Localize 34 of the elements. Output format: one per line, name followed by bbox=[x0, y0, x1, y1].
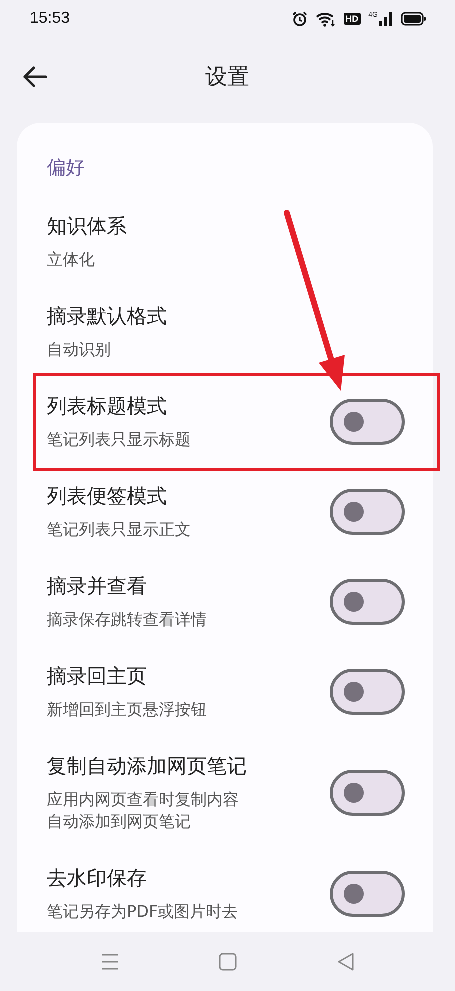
home-icon[interactable] bbox=[219, 952, 238, 970]
setting-title: 列表便签模式 bbox=[47, 483, 168, 509]
toggle-switch[interactable] bbox=[330, 770, 405, 816]
toggle-switch[interactable] bbox=[330, 489, 405, 535]
setting-description: 应用内网页查看时复制内容自动添加到网页笔记 bbox=[47, 789, 240, 833]
setting-title: 摘录默认格式 bbox=[47, 303, 168, 329]
setting-title: 知识体系 bbox=[47, 213, 128, 239]
hd-badge: HD bbox=[344, 13, 361, 25]
setting-title: 摘录并查看 bbox=[47, 573, 148, 599]
toggle-switch[interactable] bbox=[330, 399, 405, 445]
alarm-clock-icon bbox=[292, 11, 308, 27]
toggle-switch[interactable] bbox=[330, 579, 405, 625]
setting-title: 复制自动添加网页笔记 bbox=[47, 753, 248, 779]
battery-icon bbox=[401, 12, 427, 26]
page-title: 设置 bbox=[206, 64, 250, 92]
setting-description: 新增回到主页悬浮按钮 bbox=[47, 699, 208, 721]
setting-title: 摘录回主页 bbox=[47, 663, 148, 689]
setting-description: 笔记列表只显示正文 bbox=[47, 519, 192, 541]
setting-description: 摘录保存跳转查看详情 bbox=[47, 609, 208, 631]
wifi-icon bbox=[316, 11, 336, 27]
back-button[interactable] bbox=[22, 64, 50, 90]
setting-title: 去水印保存 bbox=[47, 865, 148, 891]
toggle-switch[interactable] bbox=[330, 669, 405, 715]
signal-icon bbox=[379, 12, 393, 26]
menu-icon[interactable] bbox=[100, 952, 120, 970]
setting-description: 笔记另存为PDF或图片时去 bbox=[47, 901, 240, 923]
status-time: 15:53 bbox=[30, 10, 70, 28]
toggle-switch[interactable] bbox=[330, 871, 405, 917]
setting-description: 自动识别 bbox=[47, 339, 112, 361]
setting-title: 列表标题模式 bbox=[47, 393, 168, 419]
setting-description: 立体化 bbox=[47, 249, 96, 271]
back-icon[interactable] bbox=[337, 952, 356, 972]
section-heading: 偏好 bbox=[47, 156, 86, 181]
setting-description: 笔记列表只显示标题 bbox=[47, 429, 192, 451]
